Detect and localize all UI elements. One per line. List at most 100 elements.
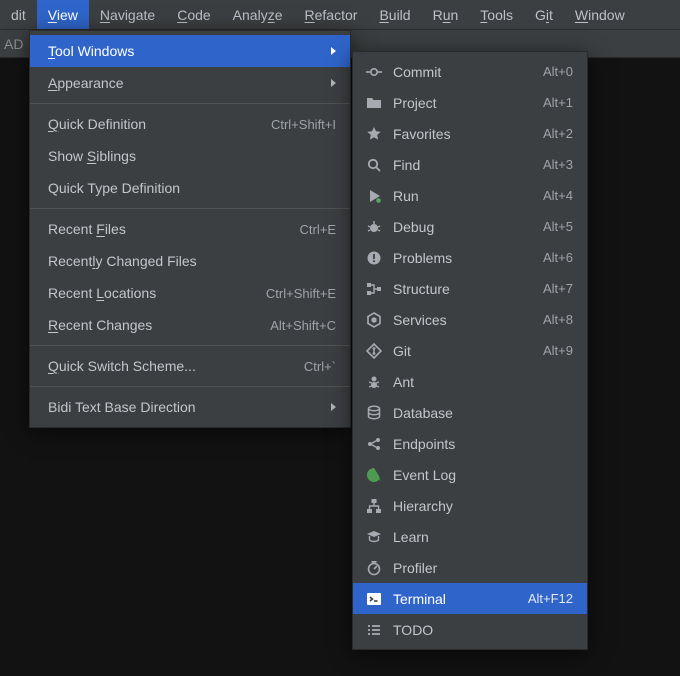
menubar-item-code[interactable]: Code: [166, 0, 221, 29]
menu-item-label: Endpoints: [393, 436, 573, 452]
menu-item-shortcut: Alt+3: [543, 157, 573, 172]
tool-windows-run[interactable]: RunAlt+4: [353, 180, 587, 211]
structure-icon: [365, 280, 383, 298]
view-menu-recent-files[interactable]: Recent FilesCtrl+E: [30, 213, 350, 245]
hierarchy-icon: [365, 497, 383, 515]
problems-icon: [365, 249, 383, 267]
run-icon: [365, 187, 383, 205]
view-menu-show-siblings[interactable]: Show Siblings: [30, 140, 350, 172]
menubar-item-navigate[interactable]: Navigate: [89, 0, 166, 29]
tool-windows-database[interactable]: Database: [353, 397, 587, 428]
view-menu-recently-changed-files[interactable]: Recently Changed Files: [30, 245, 350, 277]
database-icon: [365, 404, 383, 422]
tool-windows-commit[interactable]: CommitAlt+0: [353, 56, 587, 87]
menu-item-label: Structure: [393, 281, 543, 297]
chevron-right-icon: [331, 79, 336, 87]
endpoints-icon: [365, 435, 383, 453]
view-dropdown: Tool WindowsAppearance Quick DefinitionCt…: [29, 30, 351, 428]
menu-item-label: Hierarchy: [393, 498, 573, 514]
menu-item-label: Learn: [393, 529, 573, 545]
view-menu-quick-switch-scheme[interactable]: Quick Switch Scheme...Ctrl+`: [30, 350, 350, 382]
tool-windows-problems[interactable]: ProblemsAlt+6: [353, 242, 587, 273]
menubar-item-analyze[interactable]: Analyze: [222, 0, 294, 29]
view-menu-bidi-text-base-direction[interactable]: Bidi Text Base Direction: [30, 391, 350, 423]
menu-item-label: Terminal: [393, 591, 528, 607]
menu-item-label: Ant: [393, 374, 573, 390]
tool-windows-hierarchy[interactable]: Hierarchy: [353, 490, 587, 521]
menu-item-shortcut: Alt+1: [543, 95, 573, 110]
git-icon: [365, 342, 383, 360]
view-menu-quick-type-definition[interactable]: Quick Type Definition: [30, 172, 350, 204]
menu-item-label: Commit: [393, 64, 543, 80]
tool-windows-ant[interactable]: Ant: [353, 366, 587, 397]
tool-windows-endpoints[interactable]: Endpoints: [353, 428, 587, 459]
menubar-item-run[interactable]: Run: [422, 0, 470, 29]
separator: [30, 103, 350, 104]
menubar-item-build[interactable]: Build: [368, 0, 421, 29]
tool-windows-debug[interactable]: DebugAlt+5: [353, 211, 587, 242]
menu-item-shortcut: Alt+4: [543, 188, 573, 203]
menu-item-label: Problems: [393, 250, 543, 266]
todo-icon: [365, 621, 383, 639]
learn-icon: [365, 528, 383, 546]
terminal-icon: [365, 590, 383, 608]
chevron-right-icon: [331, 403, 336, 411]
menu-item-label: Project: [393, 95, 543, 111]
menu-item-label: Debug: [393, 219, 543, 235]
tool-windows-project[interactable]: ProjectAlt+1: [353, 87, 587, 118]
menu-item-shortcut: Alt+6: [543, 250, 573, 265]
separator: [30, 208, 350, 209]
menu-item-label: Profiler: [393, 560, 573, 576]
menu-item-label: Database: [393, 405, 573, 421]
view-menu-recent-locations[interactable]: Recent LocationsCtrl+Shift+E: [30, 277, 350, 309]
chevron-right-icon: [331, 47, 336, 55]
view-menu-quick-definition[interactable]: Quick DefinitionCtrl+Shift+I: [30, 108, 350, 140]
menu-item-shortcut: Alt+7: [543, 281, 573, 296]
menu-item-shortcut: Alt+0: [543, 64, 573, 79]
menu-item-label: Favorites: [393, 126, 543, 142]
menu-item-shortcut: Alt+F12: [528, 591, 573, 606]
tool-windows-git[interactable]: GitAlt+9: [353, 335, 587, 366]
menu-item-label: Run: [393, 188, 543, 204]
view-menu-tool-windows[interactable]: Tool Windows: [30, 35, 350, 67]
tool-windows-profiler[interactable]: Profiler: [353, 552, 587, 583]
ant-icon: [365, 373, 383, 391]
menu-item-shortcut: Alt+8: [543, 312, 573, 327]
menu-item-shortcut: Alt+2: [543, 126, 573, 141]
search-icon: [365, 156, 383, 174]
separator: [30, 386, 350, 387]
debug-icon: [365, 218, 383, 236]
separator: [30, 345, 350, 346]
menu-item-label: Event Log: [393, 467, 573, 483]
menubar-item-window[interactable]: Window: [564, 0, 636, 29]
menubar-item-tools[interactable]: Tools: [469, 0, 524, 29]
tool-windows-learn[interactable]: Learn: [353, 521, 587, 552]
menubar-item-git[interactable]: Git: [524, 0, 564, 29]
menu-item-label: Git: [393, 343, 543, 359]
tool-windows-structure[interactable]: StructureAlt+7: [353, 273, 587, 304]
tool-windows-submenu: CommitAlt+0ProjectAlt+1FavoritesAlt+2Fin…: [352, 51, 588, 650]
eventlog-icon: [365, 466, 383, 484]
tool-windows-event-log[interactable]: Event Log: [353, 459, 587, 490]
star-icon: [365, 125, 383, 143]
tool-windows-favorites[interactable]: FavoritesAlt+2: [353, 118, 587, 149]
view-menu-recent-changes[interactable]: Recent ChangesAlt+Shift+C: [30, 309, 350, 341]
toolbar-left-text: AD: [4, 36, 23, 52]
commit-icon: [365, 63, 383, 81]
menubar-item-view[interactable]: View: [37, 0, 89, 29]
tool-windows-find[interactable]: FindAlt+3: [353, 149, 587, 180]
tool-windows-services[interactable]: ServicesAlt+8: [353, 304, 587, 335]
menu-item-label: Services: [393, 312, 543, 328]
profiler-icon: [365, 559, 383, 577]
tool-windows-todo[interactable]: TODO: [353, 614, 587, 645]
menubar-item-refactor[interactable]: Refactor: [294, 0, 369, 29]
tool-windows-terminal[interactable]: TerminalAlt+F12: [353, 583, 587, 614]
menubar-item-dit[interactable]: dit: [0, 0, 37, 29]
menu-item-label: Find: [393, 157, 543, 173]
menu-item-shortcut: Alt+5: [543, 219, 573, 234]
folder-icon: [365, 94, 383, 112]
menu-item-shortcut: Alt+9: [543, 343, 573, 358]
menu-item-label: TODO: [393, 622, 573, 638]
view-menu-appearance[interactable]: Appearance: [30, 67, 350, 99]
services-icon: [365, 311, 383, 329]
